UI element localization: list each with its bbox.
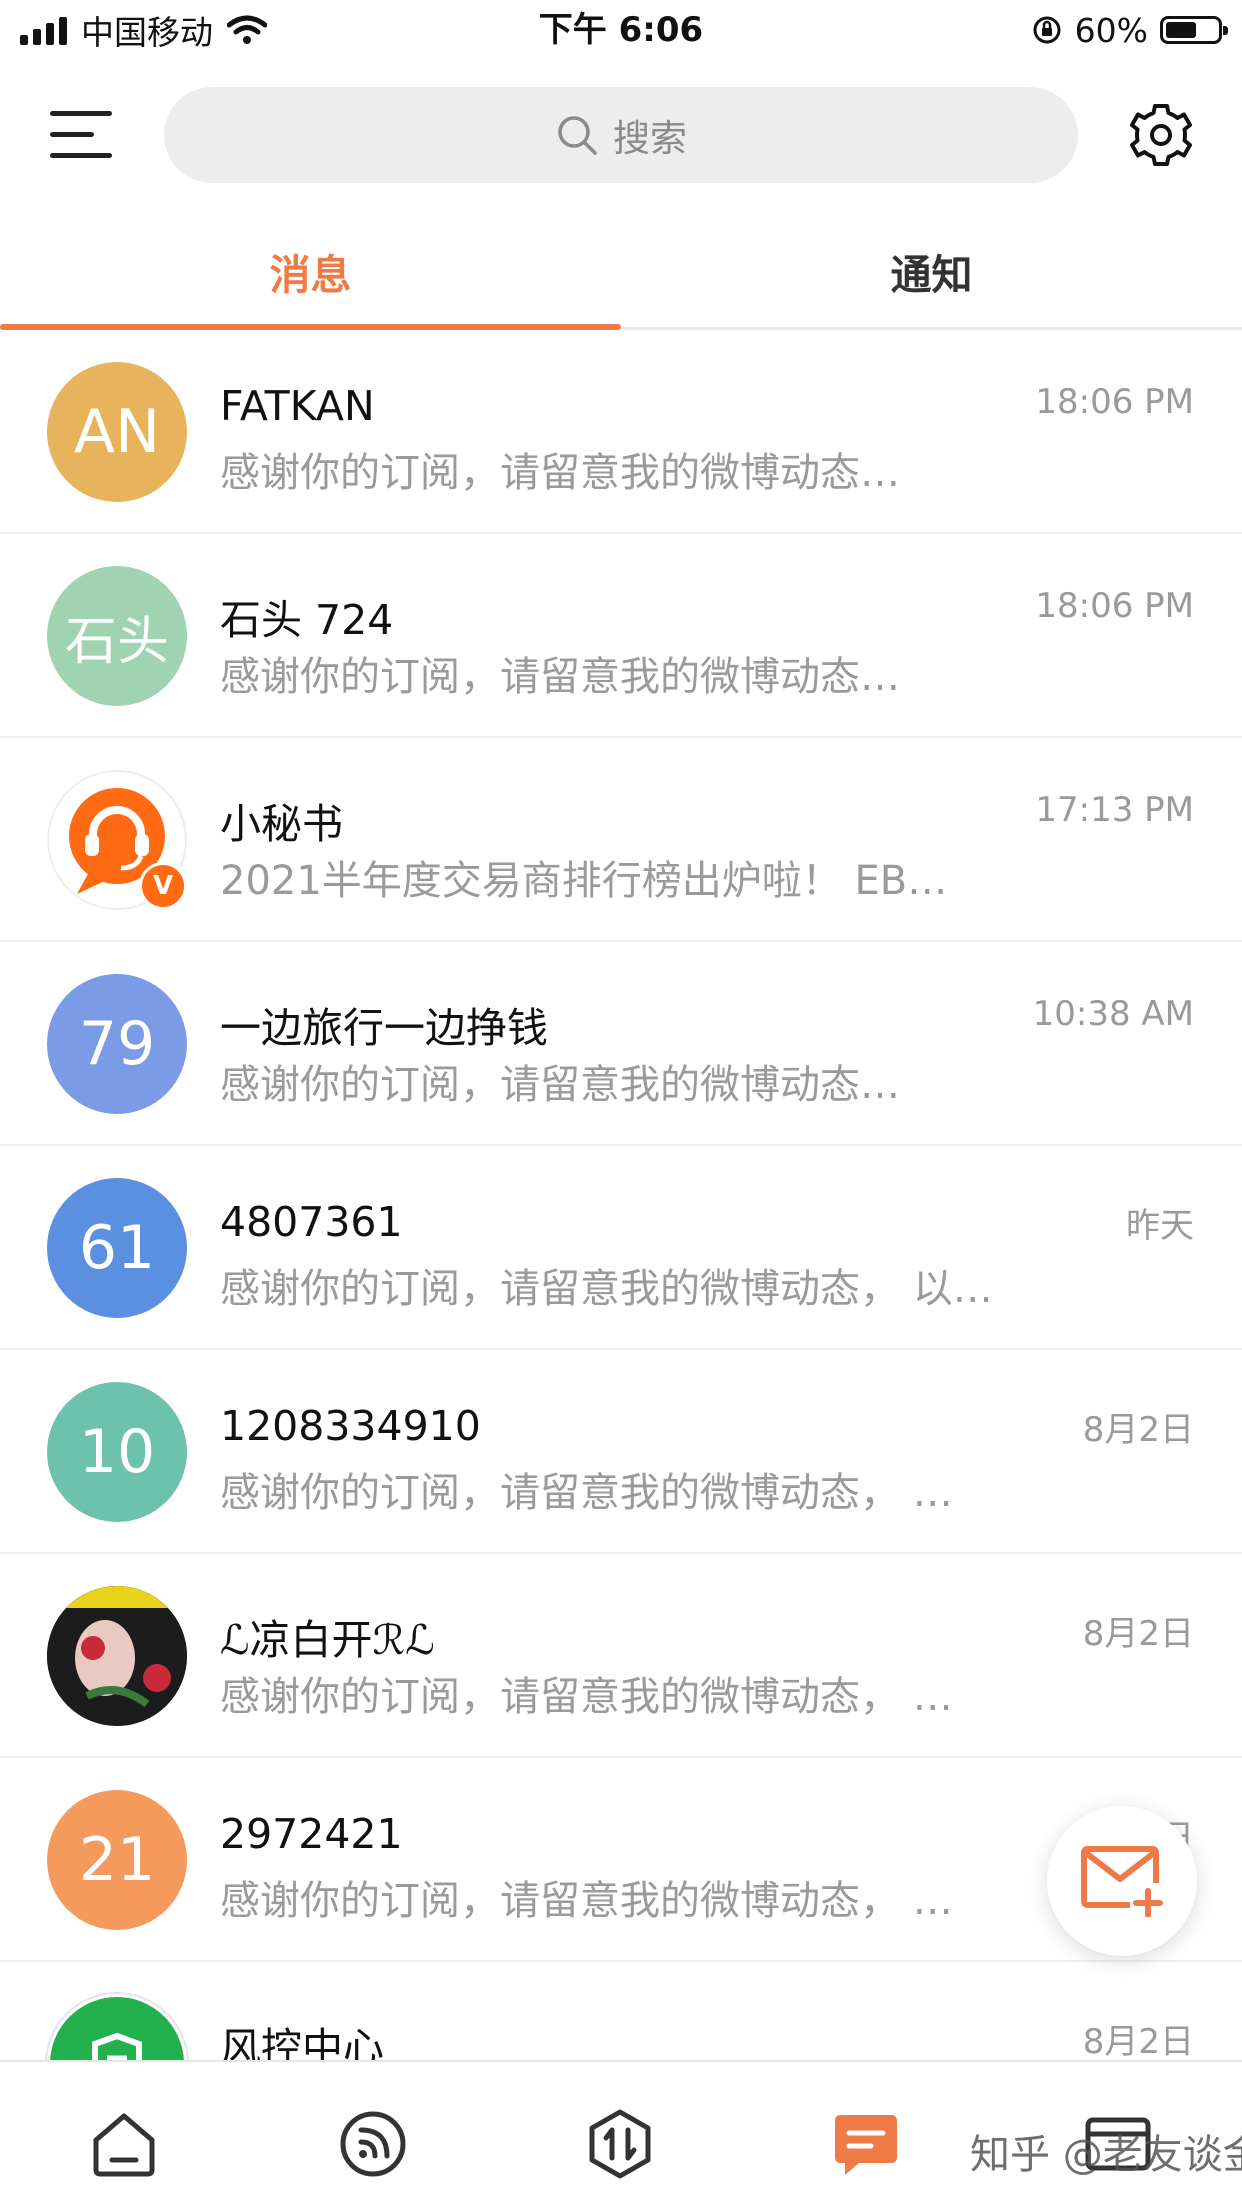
- conversation-row[interactable]: 79 一边旅行一边挣钱 感谢你的订阅，请留意我的微博动态… 10:38 AM: [0, 942, 1242, 1146]
- gear-icon: [1130, 104, 1192, 166]
- avatar: 10: [47, 1382, 187, 1522]
- avatar: 79: [47, 974, 187, 1114]
- status-bar: 中国移动 下午 6:06 60%: [0, 0, 1242, 62]
- conversation-preview: 感谢你的订阅，请留意我的微博动态…: [220, 450, 900, 496]
- rotation-lock-icon: [1033, 16, 1061, 44]
- avatar: V: [47, 770, 187, 910]
- conversation-preview: 感谢你的订阅，请留意我的微博动态…: [220, 1062, 900, 1108]
- nav-messages[interactable]: [828, 2106, 904, 2182]
- conversation-preview: 2021半年度交易商排行榜出炉啦！ EB…: [220, 858, 948, 904]
- nav-home[interactable]: [86, 2106, 162, 2182]
- conversation-name: 石头 724: [220, 596, 394, 644]
- conversation-row[interactable]: V 小秘书 2021半年度交易商排行榜出炉啦！ EB… 17:13 PM: [0, 738, 1242, 942]
- shield-icon: [92, 2032, 142, 2060]
- conversation-preview: 感谢你的订阅，请留意我的微博动态， …: [220, 1674, 953, 1720]
- conversation-time: 8月2日: [1082, 1614, 1194, 1654]
- avatar: 21: [47, 1790, 187, 1930]
- conversation-time: 10:38 AM: [1032, 994, 1194, 1034]
- conversation-row[interactable]: 10 1208334910 感谢你的订阅，请留意我的微博动态， … 8月2日: [0, 1350, 1242, 1554]
- conversation-list: AN FATKAN 感谢你的订阅，请留意我的微博动态… 18:06 PM 石头 …: [0, 330, 1242, 2060]
- tab-messages[interactable]: 消息: [0, 212, 621, 330]
- avatar: 61: [47, 1178, 187, 1318]
- battery-percent: 60%: [1074, 10, 1148, 50]
- battery-icon: [1160, 16, 1228, 44]
- conversation-preview: 感谢你的订阅，请留意我的微博动态， …: [220, 1470, 953, 1516]
- bottom-nav: 知乎 @老友谈金: [0, 2060, 1242, 2208]
- feed-icon: [340, 2111, 406, 2177]
- search-placeholder: 搜索: [613, 117, 687, 160]
- nav-trade[interactable]: [582, 2106, 658, 2182]
- settings-button[interactable]: [1128, 102, 1194, 168]
- conversation-row[interactable]: 石头 石头 724 感谢你的订阅，请留意我的微博动态… 18:06 PM: [0, 534, 1242, 738]
- conversation-name: 1208334910: [220, 1402, 481, 1450]
- tab-bar: 消息 通知: [0, 212, 1242, 330]
- conversation-time: 昨天: [1126, 1206, 1194, 1246]
- watermark: 知乎 @老友谈金: [970, 2132, 1242, 2178]
- compose-button[interactable]: [1047, 1806, 1197, 1956]
- verified-badge: V: [139, 862, 187, 910]
- messages-icon: [835, 2115, 897, 2175]
- top-bar: 搜索: [0, 62, 1242, 212]
- conversation-name: 风控中心: [220, 2024, 384, 2060]
- menu-icon: [50, 111, 112, 116]
- conversation-name: 小秘书: [220, 800, 343, 848]
- conversation-time: 18:06 PM: [1035, 586, 1194, 626]
- search-input[interactable]: 搜索: [164, 87, 1078, 183]
- conversation-name: 2972421: [220, 1810, 403, 1858]
- avatar: 石头: [47, 566, 187, 706]
- conversation-name: ℒ凉白开ℛℒ: [220, 1616, 435, 1664]
- conversation-name: FATKAN: [220, 382, 375, 430]
- conversation-time: 17:13 PM: [1035, 790, 1194, 830]
- conversation-name: 4807361: [220, 1198, 403, 1246]
- menu-button[interactable]: [50, 107, 112, 163]
- search-icon: [558, 116, 597, 155]
- conversation-preview: 感谢你的订阅，请留意我的微博动态， …: [220, 1878, 953, 1924]
- conversation-preview: 感谢你的订阅，请留意我的微博动态…: [220, 654, 900, 700]
- avatar: [47, 1586, 187, 1726]
- trade-icon: [589, 2109, 651, 2179]
- photo-avatar-image: [47, 1586, 187, 1726]
- conversation-time: 8月2日: [1082, 2022, 1194, 2060]
- avatar: [47, 1994, 187, 2060]
- conversation-preview: 感谢你的订阅，请留意我的微博动态， 以…: [220, 1266, 993, 1312]
- conversation-time: 8月2日: [1082, 1410, 1194, 1450]
- home-icon: [93, 2113, 155, 2177]
- compose-mail-icon: [1081, 1846, 1163, 1917]
- avatar: AN: [47, 362, 187, 502]
- conversation-row[interactable]: 风控中心 8月2日: [0, 1962, 1242, 2060]
- nav-feed[interactable]: [335, 2106, 411, 2182]
- conversation-row[interactable]: 61 4807361 感谢你的订阅，请留意我的微博动态， 以… 昨天: [0, 1146, 1242, 1350]
- conversation-row[interactable]: AN FATKAN 感谢你的订阅，请留意我的微博动态… 18:06 PM: [0, 330, 1242, 534]
- tab-notifications[interactable]: 通知: [621, 212, 1242, 330]
- conversation-time: 18:06 PM: [1035, 382, 1194, 422]
- conversation-name: 一边旅行一边挣钱: [220, 1004, 548, 1052]
- conversation-row[interactable]: ℒ凉白开ℛℒ 感谢你的订阅，请留意我的微博动态， … 8月2日: [0, 1554, 1242, 1758]
